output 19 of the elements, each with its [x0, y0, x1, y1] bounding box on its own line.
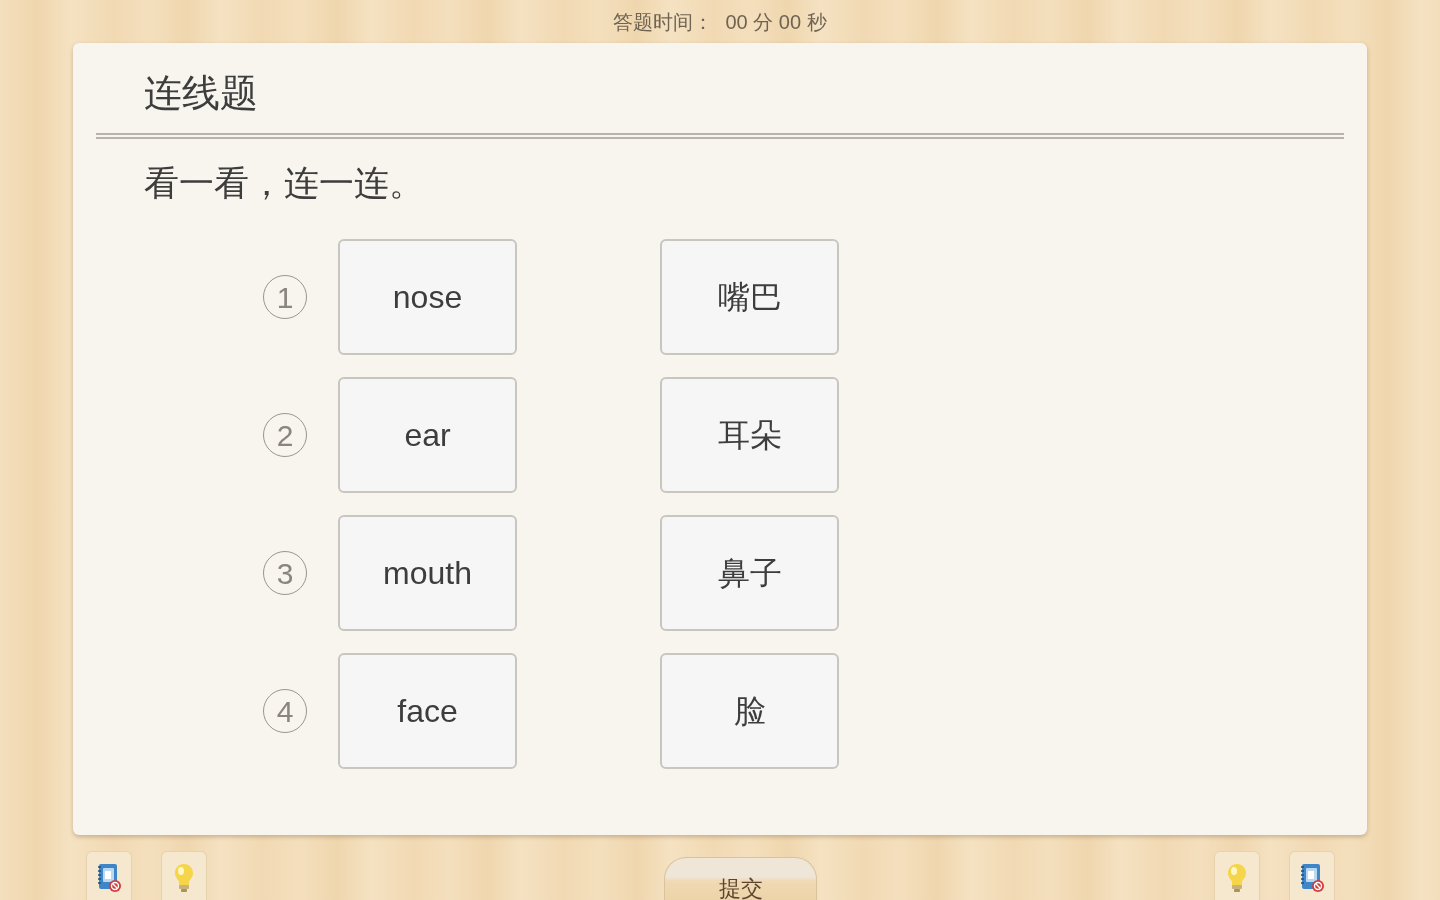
word-card[interactable]: mouth — [338, 515, 517, 631]
meaning-card[interactable]: 耳朵 — [660, 377, 839, 493]
notebook-icon — [96, 863, 122, 893]
meaning-card[interactable]: 鼻子 — [660, 515, 839, 631]
meaning-card[interactable]: 嘴巴 — [660, 239, 839, 355]
submit-button[interactable]: 提交 — [664, 857, 817, 900]
timer-value: 00 分 00 秒 — [725, 9, 827, 35]
lightbulb-icon — [1226, 863, 1248, 893]
notebook-icon — [1299, 863, 1325, 893]
notebook-button[interactable] — [1289, 851, 1335, 900]
word-card[interactable]: face — [338, 653, 517, 769]
notebook-button[interactable] — [86, 851, 132, 900]
lightbulb-icon — [173, 863, 195, 893]
word-card[interactable]: ear — [338, 377, 517, 493]
question-type-title: 连线题 — [144, 72, 258, 114]
instruction-text: 看一看，连一连。 — [144, 163, 424, 202]
meaning-card[interactable]: 脸 — [660, 653, 839, 769]
timer-label: 答题时间： — [613, 9, 714, 35]
word-card[interactable]: nose — [338, 239, 517, 355]
